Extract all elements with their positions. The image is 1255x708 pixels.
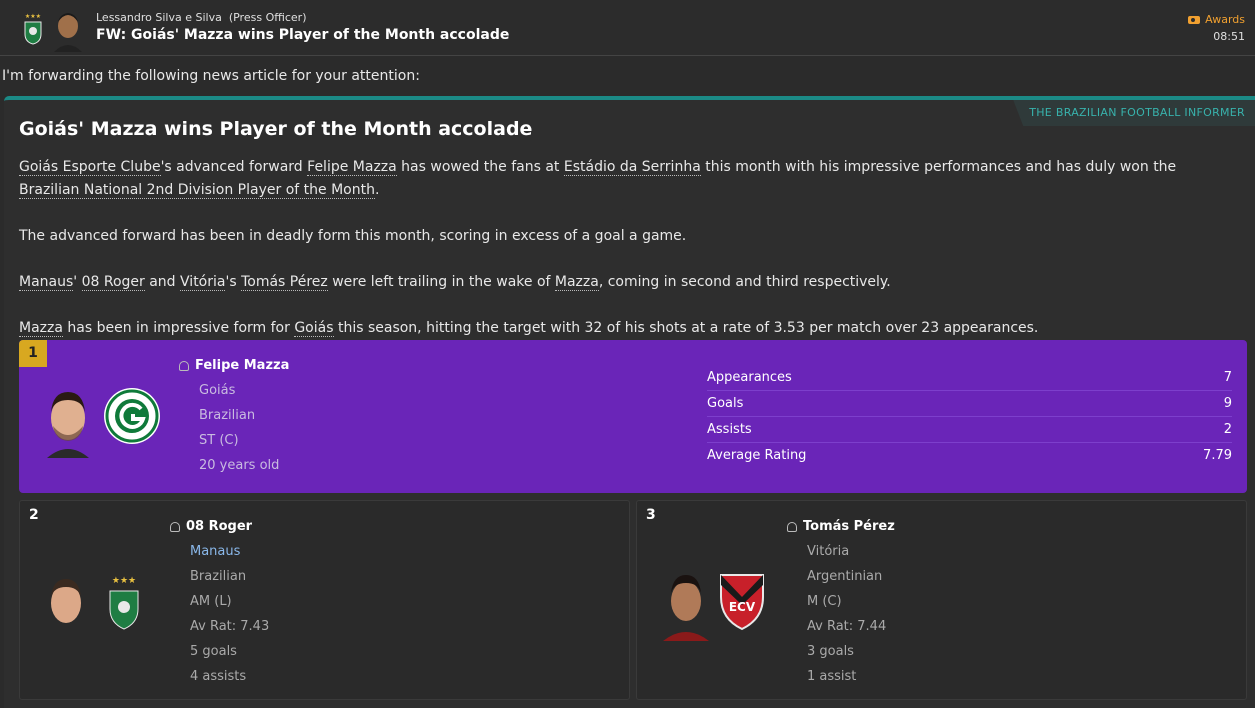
text: , coming in second and third respectivel… xyxy=(598,274,891,290)
runner-name-row[interactable]: Tomás Pérez xyxy=(787,514,895,539)
link-club-goias[interactable]: Goiás xyxy=(294,320,334,337)
runner-up-card-2: 2 ★★★ 08 Roger Manaus Brazilian AM (L) A… xyxy=(19,500,630,700)
person-icon xyxy=(787,521,797,532)
runner-nationality: Argentinian xyxy=(807,569,883,584)
winner-club[interactable]: Goiás xyxy=(179,378,289,403)
text: ' xyxy=(73,274,82,290)
paragraph-1: Goiás Esporte Clube's advanced forward F… xyxy=(19,156,1219,202)
winner-nationality: Brazilian xyxy=(199,408,256,423)
text: has wowed the fans at xyxy=(396,159,564,175)
winner-card: 1 Felipe Mazza Goiás Brazilian ST (C) 20… xyxy=(19,340,1247,493)
message-header: ★★★ Lessandro Silva e Silva (Press Offic… xyxy=(0,0,1255,56)
runner-assists: 4 assists xyxy=(190,669,247,684)
rank-badge: 1 xyxy=(19,340,47,367)
link-award[interactable]: Brazilian National 2nd Division Player o… xyxy=(19,182,375,199)
rank-number: 2 xyxy=(29,507,39,523)
text: 's advanced forward xyxy=(160,159,308,175)
person-icon xyxy=(179,360,189,371)
sender-line[interactable]: Lessandro Silva e Silva (Press Officer) xyxy=(96,11,307,24)
svg-text:ECV: ECV xyxy=(729,600,756,614)
stat-value: 9 xyxy=(1223,396,1232,411)
awards-tag-label: Awards xyxy=(1205,13,1245,26)
stat-row: Average Rating 7.79 xyxy=(707,443,1232,469)
link-player-roger[interactable]: 08 Roger xyxy=(81,274,145,291)
runner-up-card-3: 3 ECV Tomás Pérez Vitória Argentinian M … xyxy=(636,500,1247,700)
text: and xyxy=(144,274,181,290)
runner-info: Tomás Pérez Vitória Argentinian M (C) Av… xyxy=(787,514,895,689)
article-body: Goiás Esporte Clube's advanced forward F… xyxy=(19,156,1219,363)
winner-stats: Appearances 7 Goals 9 Assists 2 Average Rat… xyxy=(707,365,1232,469)
stat-row: Goals 9 xyxy=(707,391,1232,417)
winner-name-row[interactable]: Felipe Mazza xyxy=(179,353,289,378)
runner-goals: 3 goals xyxy=(807,644,854,659)
winner-age: 20 years old xyxy=(199,458,280,473)
winner-info: Felipe Mazza Goiás Brazilian ST (C) 20 y… xyxy=(179,353,289,478)
stat-value: 7.79 xyxy=(1203,448,1232,463)
text: this month with his impressive performan… xyxy=(700,159,1177,175)
player-face-roger[interactable] xyxy=(44,573,88,641)
sender-role: (Press Officer) xyxy=(228,11,307,24)
manaus-crest-icon[interactable]: ★★★ xyxy=(106,573,142,633)
runner-goals: 5 goals xyxy=(190,644,237,659)
stat-value: 7 xyxy=(1223,370,1232,385)
player-face-mazza[interactable] xyxy=(43,386,93,458)
runner-name[interactable]: 08 Roger xyxy=(186,519,252,534)
message-time: 08:51 xyxy=(1213,30,1245,43)
text: this season, hitting the target with 32 … xyxy=(333,320,1039,336)
article-source: THE BRAZILIAN FOOTBALL INFORMER xyxy=(1013,100,1255,126)
awards-tag-icon xyxy=(1188,15,1201,24)
stat-value: 2 xyxy=(1223,422,1232,437)
runner-nationality: Brazilian xyxy=(190,569,247,584)
link-club-manaus[interactable]: Manaus xyxy=(19,274,74,291)
intro-text: I'm forwarding the following news articl… xyxy=(2,68,420,84)
runner-name-row[interactable]: 08 Roger xyxy=(170,514,269,539)
text: 's xyxy=(225,274,242,290)
runner-club[interactable]: Manaus xyxy=(170,539,269,564)
vitoria-crest-icon[interactable]: ECV xyxy=(717,571,767,631)
link-club-goias[interactable]: Goiás Esporte Clube xyxy=(19,159,161,176)
runner-assists: 1 assist xyxy=(807,669,857,684)
link-player-perez[interactable]: Tomás Pérez xyxy=(241,274,328,291)
runner-position: AM (L) xyxy=(190,594,232,609)
stat-label: Average Rating xyxy=(707,448,807,463)
player-face-perez[interactable] xyxy=(661,571,711,641)
link-player-mazza[interactable]: Mazza xyxy=(19,320,63,337)
goias-crest-icon[interactable] xyxy=(103,385,161,447)
link-player-mazza[interactable]: Mazza xyxy=(554,274,599,291)
runner-info: 08 Roger Manaus Brazilian AM (L) Av Rat:… xyxy=(170,514,269,689)
winner-position: ST (C) xyxy=(199,433,239,448)
text: were left trailing in the wake of xyxy=(327,274,555,290)
stat-row: Assists 2 xyxy=(707,417,1232,443)
paragraph-4: Mazza has been in impressive form for Go… xyxy=(19,317,1219,340)
rank-number: 3 xyxy=(646,507,656,523)
svg-text:★★★: ★★★ xyxy=(112,576,136,586)
runner-club[interactable]: Vitória xyxy=(787,539,895,564)
sender-name[interactable]: Lessandro Silva e Silva xyxy=(96,11,222,24)
stat-row: Appearances 7 xyxy=(707,365,1232,391)
winner-name[interactable]: Felipe Mazza xyxy=(195,358,289,373)
person-icon xyxy=(170,521,180,532)
paragraph-2: The advanced forward has been in deadly … xyxy=(19,228,687,244)
runner-rating: Av Rat: 7.44 xyxy=(807,619,887,634)
sender-avatar[interactable] xyxy=(52,8,84,52)
club-badge-icon: ★★★ xyxy=(24,13,42,45)
message-subject: FW: Goiás' Mazza wins Player of the Mont… xyxy=(96,27,510,43)
link-player-mazza[interactable]: Felipe Mazza xyxy=(307,159,397,176)
link-stadium[interactable]: Estádio da Serrinha xyxy=(563,159,701,176)
runner-name[interactable]: Tomás Pérez xyxy=(803,519,895,534)
stat-label: Goals xyxy=(707,396,744,411)
runner-rating: Av Rat: 7.43 xyxy=(190,619,270,634)
runner-position: M (C) xyxy=(807,594,842,609)
awards-tag[interactable]: Awards xyxy=(1188,13,1245,26)
paragraph-3: Manaus' 08 Roger and Vitória's Tomás Pér… xyxy=(19,271,1219,294)
stat-label: Assists xyxy=(707,422,752,437)
svg-text:★★★: ★★★ xyxy=(25,13,41,20)
article-headline: Goiás' Mazza wins Player of the Month ac… xyxy=(19,118,533,140)
stat-label: Appearances xyxy=(707,370,792,385)
text: . xyxy=(374,182,380,198)
link-club-vitoria[interactable]: Vitória xyxy=(180,274,226,291)
text: has been in impressive form for xyxy=(62,320,295,336)
